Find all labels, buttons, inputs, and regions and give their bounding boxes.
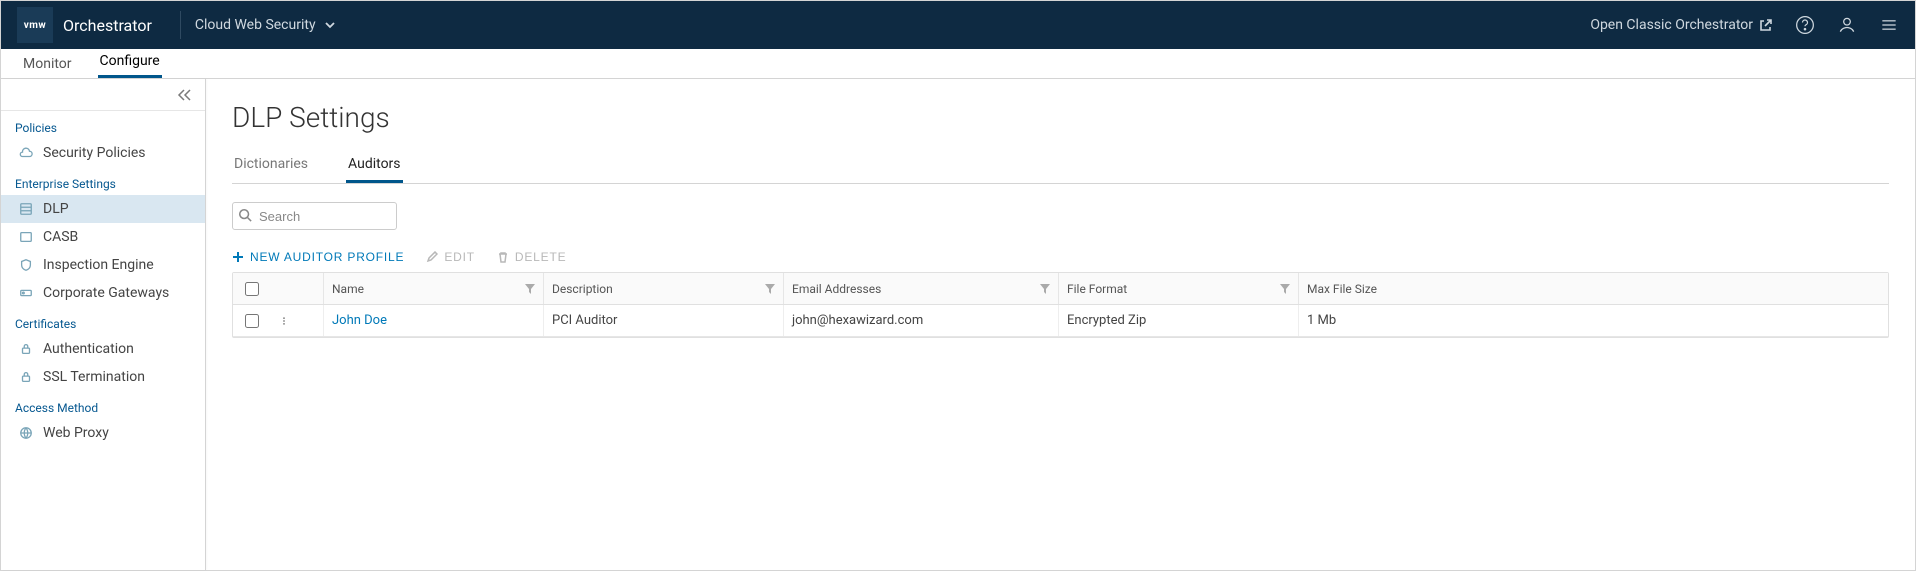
sidebar-item-authentication[interactable]: Authentication — [1, 335, 205, 363]
spacer-header — [297, 273, 323, 304]
auditors-table: Name Description Email Addresses File Fo… — [232, 272, 1889, 338]
topbar: vmw Orchestrator Cloud Web Security Open… — [1, 1, 1915, 49]
pencil-icon — [426, 251, 438, 263]
table-header-row: Name Description Email Addresses File Fo… — [233, 273, 1888, 305]
search-icon — [238, 208, 252, 222]
col-name[interactable]: Name — [323, 273, 543, 304]
filter-icon — [765, 284, 775, 294]
sidebar-item-label: Inspection Engine — [43, 257, 154, 273]
sidebar-section-enterprise: Enterprise Settings — [1, 167, 205, 195]
sidebar-item-security-policies[interactable]: Security Policies — [1, 139, 205, 167]
auditor-name-link[interactable]: John Doe — [332, 313, 387, 328]
classic-link-label: Open Classic Orchestrator — [1590, 17, 1753, 33]
col-description[interactable]: Description — [543, 273, 783, 304]
edit-button: EDIT — [426, 250, 475, 264]
button-label: EDIT — [444, 250, 475, 264]
col-label: File Format — [1067, 282, 1127, 296]
spacer-cell — [297, 305, 323, 336]
external-link-icon — [1759, 18, 1773, 32]
trash-icon — [497, 251, 509, 263]
delete-button: DELETE — [497, 250, 566, 264]
context-name: Cloud Web Security — [195, 17, 316, 33]
col-label: Name — [332, 282, 364, 296]
cell-max-size: 1 Mb — [1298, 305, 1888, 336]
lock-icon — [19, 370, 33, 384]
sidebar: Policies Security Policies Enterprise Se… — [1, 79, 206, 570]
cell-name: John Doe — [323, 305, 543, 336]
brand-title: Orchestrator — [63, 16, 152, 35]
sidebar-item-corporate-gateways[interactable]: Corporate Gateways — [1, 279, 205, 307]
col-label: Email Addresses — [792, 282, 881, 296]
shield-icon — [19, 258, 33, 272]
brand-logo-text: vmw — [24, 20, 47, 31]
tile-icon — [19, 230, 33, 244]
row-select-cell — [233, 305, 271, 336]
search-input[interactable] — [232, 202, 397, 230]
sidebar-item-label: DLP — [43, 201, 69, 217]
cell-format: Encrypted Zip — [1058, 305, 1298, 336]
sidebar-item-inspection-engine[interactable]: Inspection Engine — [1, 251, 205, 279]
search-container — [232, 202, 397, 230]
grid-icon — [19, 202, 33, 216]
sidebar-item-dlp[interactable]: DLP — [1, 195, 205, 223]
button-label: NEW AUDITOR PROFILE — [250, 250, 404, 264]
col-format[interactable]: File Format — [1058, 273, 1298, 304]
double-chevron-left-icon — [177, 88, 193, 102]
open-classic-link[interactable]: Open Classic Orchestrator — [1590, 17, 1773, 33]
filter-icon — [1280, 284, 1290, 294]
sidebar-section-access: Access Method — [1, 391, 205, 419]
tab-auditors[interactable]: Auditors — [346, 156, 402, 183]
col-label: Max File Size — [1307, 282, 1377, 296]
action-row: NEW AUDITOR PROFILE EDIT DELETE — [232, 250, 1889, 264]
help-icon[interactable] — [1795, 15, 1815, 35]
sidebar-item-label: Authentication — [43, 341, 134, 357]
sidebar-section-policies: Policies — [1, 111, 205, 139]
context-switcher[interactable]: Cloud Web Security — [195, 17, 336, 33]
select-all-cell — [233, 273, 271, 304]
col-email[interactable]: Email Addresses — [783, 273, 1058, 304]
divider — [180, 11, 181, 39]
chevron-down-icon — [324, 19, 336, 31]
actions-header — [271, 273, 297, 304]
cell-description: PCI Auditor — [543, 305, 783, 336]
table-row[interactable]: John Doe PCI Auditor john@hexawizard.com… — [233, 305, 1888, 337]
plus-icon — [232, 251, 244, 263]
sidebar-section-certificates: Certificates — [1, 307, 205, 335]
tab-configure[interactable]: Configure — [98, 53, 162, 78]
brand-logo: vmw — [17, 7, 53, 43]
new-auditor-profile-button[interactable]: NEW AUDITOR PROFILE — [232, 250, 404, 264]
sidebar-item-ssl-termination[interactable]: SSL Termination — [1, 363, 205, 391]
kebab-menu-icon[interactable] — [279, 314, 289, 328]
sidebar-item-casb[interactable]: CASB — [1, 223, 205, 251]
cloud-icon — [19, 146, 33, 160]
topbar-right: Open Classic Orchestrator — [1590, 15, 1899, 35]
col-max-size[interactable]: Max File Size — [1298, 273, 1888, 304]
user-icon[interactable] — [1837, 15, 1857, 35]
sidebar-item-label: SSL Termination — [43, 369, 145, 385]
sidebar-item-label: CASB — [43, 229, 78, 245]
sidebar-item-web-proxy[interactable]: Web Proxy — [1, 419, 205, 447]
sidebar-item-label: Web Proxy — [43, 425, 109, 441]
row-actions-cell — [271, 305, 297, 336]
col-label: Description — [552, 282, 613, 296]
secondary-nav: Monitor Configure — [1, 49, 1915, 79]
filter-icon — [1040, 284, 1050, 294]
select-all-checkbox[interactable] — [245, 282, 259, 296]
gateway-icon — [19, 286, 33, 300]
page-title: DLP Settings — [232, 101, 1889, 134]
sidebar-collapse-toggle[interactable] — [1, 79, 205, 111]
button-label: DELETE — [515, 250, 566, 264]
content: DLP Settings Dictionaries Auditors NEW A… — [206, 79, 1915, 570]
tab-monitor[interactable]: Monitor — [21, 56, 74, 78]
filter-icon — [525, 284, 535, 294]
proxy-icon — [19, 426, 33, 440]
sidebar-item-label: Corporate Gateways — [43, 285, 169, 301]
content-tabs: Dictionaries Auditors — [232, 156, 1889, 184]
row-checkbox[interactable] — [245, 314, 259, 328]
hamburger-menu-icon[interactable] — [1879, 15, 1899, 35]
tab-dictionaries[interactable]: Dictionaries — [232, 156, 310, 183]
lock-icon — [19, 342, 33, 356]
sidebar-item-label: Security Policies — [43, 145, 146, 161]
cell-email: john@hexawizard.com — [783, 305, 1058, 336]
